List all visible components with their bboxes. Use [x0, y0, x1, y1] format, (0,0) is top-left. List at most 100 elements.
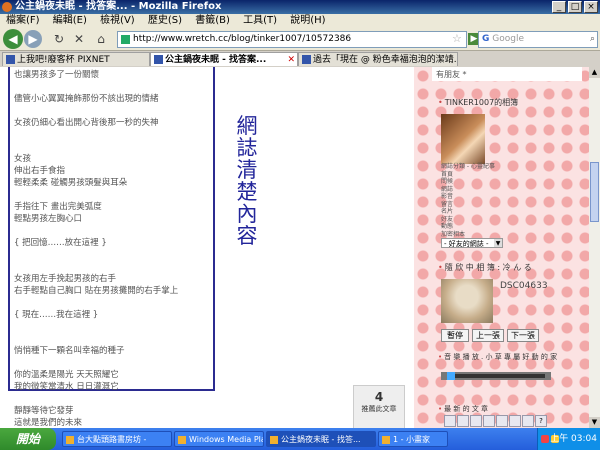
- sidebar-link[interactable]: 加密相本: [441, 231, 495, 239]
- maximize-button[interactable]: □: [568, 1, 582, 13]
- pause-button[interactable]: 暫停: [441, 329, 469, 342]
- sidebar-link[interactable]: 網誌分類 - 心靈紀事: [441, 163, 495, 171]
- article-line: { 現在……我在這裡 }: [14, 310, 99, 320]
- search-icon[interactable]: ⌕: [590, 32, 595, 47]
- tab-close-icon[interactable]: ✕: [287, 53, 295, 66]
- sidebar-link[interactable]: 首頁: [441, 171, 495, 179]
- article-line: 靜靜等待它發芽: [14, 406, 74, 416]
- sidebar-link[interactable]: 動態: [441, 223, 495, 231]
- vertical-char: 內: [236, 202, 258, 226]
- sidebar-link[interactable]: 留言: [441, 201, 495, 209]
- menu-history[interactable]: 歷史(S): [148, 15, 182, 26]
- sidebar-link[interactable]: 網誌: [441, 186, 495, 194]
- scroll-down-icon[interactable]: ▼: [589, 417, 600, 428]
- tray-icon[interactable]: [541, 435, 549, 443]
- menu-bookmarks[interactable]: 書籤(B): [195, 15, 230, 26]
- start-button[interactable]: 開始: [0, 428, 56, 450]
- article-line: [14, 261, 213, 273]
- taskbar-item[interactable]: 台大點頭路書房坊 -: [62, 431, 172, 447]
- next-button[interactable]: 下一張: [507, 329, 539, 342]
- close-button[interactable]: ×: [584, 1, 598, 13]
- article-line: [14, 105, 213, 117]
- article-line: [14, 357, 213, 369]
- taskbar-item[interactable]: 1 - 小畫家: [378, 431, 448, 447]
- tool-icon[interactable]: [522, 415, 534, 427]
- menu-bar: 檔案(F) 編輯(E) 檢視(V) 歷史(S) 書籤(B) 工具(T) 說明(H…: [0, 14, 600, 28]
- stop-icon[interactable]: ✕: [70, 30, 88, 48]
- article-line: 輕輕柔柔 碰觸男孩頭髮與耳朵: [14, 178, 128, 188]
- app-icon: [66, 436, 74, 444]
- sidebar-link[interactable]: 名片: [441, 208, 495, 216]
- tab-pixnet[interactable]: 上我吧!廢客杯 PIXNET: [2, 52, 150, 66]
- page-scrollbar[interactable]: ▲ ▼: [589, 67, 600, 428]
- article-line: 女孩仍細心看出開心背後那一秒的失神: [14, 118, 159, 128]
- menu-edit[interactable]: 編輯(E): [53, 15, 87, 26]
- article-line: [14, 81, 213, 93]
- sidebar-link[interactable]: 問候: [441, 178, 495, 186]
- reload-icon[interactable]: ↻: [50, 30, 68, 48]
- blog-album-header: TINKER1007的相簿: [438, 97, 518, 108]
- taskbar-item-label: Windows Media Player: [189, 435, 263, 444]
- window-title: 公主鍋夜未眠 - 找答案... - Mozilla Firefox: [15, 1, 222, 12]
- menu-view[interactable]: 檢視(V): [100, 15, 135, 26]
- tool-icon[interactable]: [509, 415, 521, 427]
- search-input[interactable]: G Google ⌕: [478, 31, 598, 48]
- blog-sidebar: 有朋友 * TINKER1007的相簿 網誌分類 - 心靈紀事 首頁 問候 網誌…: [414, 67, 589, 428]
- home-icon[interactable]: ⌂: [92, 30, 110, 48]
- tool-icon[interactable]: [483, 415, 495, 427]
- menu-file[interactable]: 檔案(F): [6, 15, 40, 26]
- chevron-down-icon: ▼: [494, 239, 502, 247]
- prev-button[interactable]: 上一張: [472, 329, 504, 342]
- article-line: 我的微笑當清水 日日灌溉它: [14, 382, 119, 392]
- menu-tools[interactable]: 工具(T): [243, 15, 277, 26]
- recommend-count-box[interactable]: 4 推薦此文章: [353, 385, 405, 428]
- menu-help[interactable]: 說明(H): [290, 15, 325, 26]
- article-line: [14, 249, 213, 261]
- article-line: 右手輕點自己胸口 貼在男孩攤開的右手掌上: [14, 286, 179, 296]
- sidebar-link[interactable]: 好友: [441, 216, 495, 224]
- tool-icon[interactable]: [470, 415, 482, 427]
- article-line: [14, 129, 213, 141]
- app-icon: [270, 436, 278, 444]
- article-line: 女孩用左手挽起男孩的右手: [14, 274, 117, 284]
- taskbar-item-active[interactable]: 公主鍋夜未眠 - 找答...: [266, 431, 376, 447]
- article-line: [14, 333, 213, 345]
- scroll-up-icon[interactable]: ▲: [589, 67, 600, 78]
- select-value: - 好友的網誌 -: [444, 240, 489, 248]
- tab-other[interactable]: 過去「現在 @ 粉色幸福泡泡的潔靖...: [298, 52, 458, 66]
- app-icon: [178, 436, 186, 444]
- url-bar[interactable]: http://www.wretch.cc/blog/tinker1007/105…: [117, 31, 467, 48]
- article-line: 女孩: [14, 154, 32, 164]
- article-line: 儘管小心翼翼掩飾那份不該出現的情緒: [14, 94, 159, 104]
- article-line: [14, 225, 213, 237]
- album-photo[interactable]: [441, 279, 493, 323]
- article-line: 也讓男孩多了一份關懷: [14, 70, 100, 80]
- forward-button[interactable]: ▶: [24, 30, 42, 48]
- article-line: { 把回憶……放在這裡 }: [14, 238, 107, 248]
- vertical-char: 誌: [236, 136, 258, 160]
- tool-icon[interactable]: [496, 415, 508, 427]
- taskbar-item[interactable]: Windows Media Player: [174, 431, 264, 447]
- tab-label: 過去「現在 @ 粉色幸福泡泡的潔靖...: [313, 55, 458, 65]
- minimize-button[interactable]: _: [552, 1, 566, 13]
- music-player[interactable]: [441, 372, 551, 380]
- scroll-thumb[interactable]: [590, 162, 599, 222]
- firefox-icon: [2, 2, 12, 12]
- play-icon[interactable]: [447, 372, 455, 380]
- profile-avatar[interactable]: [441, 114, 485, 164]
- recent-posts-header: 最 新 的 文 章: [438, 404, 488, 414]
- tool-icon[interactable]: [444, 415, 456, 427]
- bookmark-star-icon[interactable]: ☆: [452, 32, 462, 45]
- article-line: 手指往下 畫出完美弧度: [14, 202, 102, 212]
- help-icon[interactable]: ?: [535, 415, 547, 427]
- sidebar-link[interactable]: 影音: [441, 193, 495, 201]
- tool-icon[interactable]: [457, 415, 469, 427]
- article-line: [14, 393, 213, 405]
- app-icon: [382, 436, 390, 444]
- friends-blog-select[interactable]: - 好友的網誌 - ▼: [441, 238, 503, 248]
- photo-caption: DSC04633: [500, 281, 548, 291]
- article-line: [14, 321, 213, 333]
- progress-bar[interactable]: [455, 374, 545, 378]
- back-button[interactable]: ◀: [3, 29, 23, 49]
- tab-current[interactable]: 公主鍋夜未眠 - 找答案... ✕: [150, 52, 298, 66]
